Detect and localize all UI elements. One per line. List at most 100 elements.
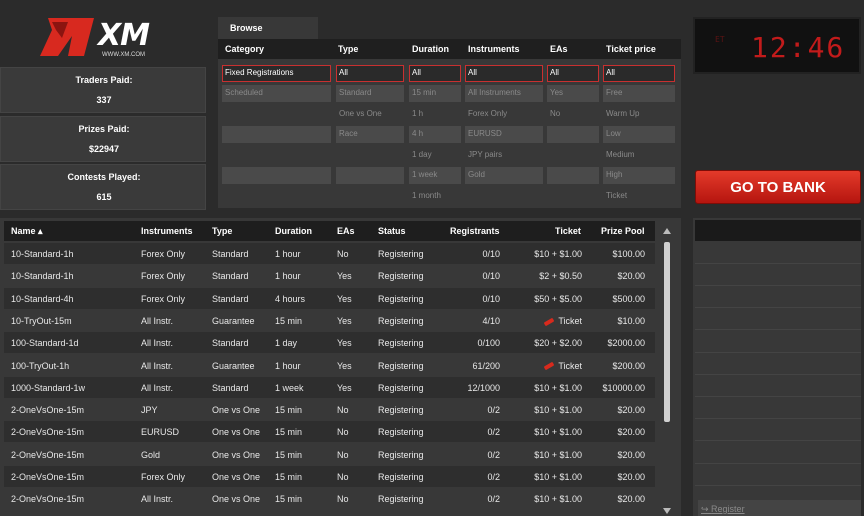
filter-type-all[interactable]: All [336, 65, 404, 82]
col-registrants[interactable]: Registrants [450, 226, 500, 236]
filter-ticket-low[interactable]: Low [603, 126, 675, 143]
cell-registrants: 0/2 [487, 449, 500, 460]
table-row[interactable]: 1000-Standard-1w All Instr. Standard 1 week… [4, 376, 655, 398]
filter-eas-no[interactable]: No [550, 109, 560, 118]
stat-label: Traders Paid: [75, 75, 133, 85]
cell-instruments: Gold [141, 449, 161, 460]
cell-registrants: 0/100 [477, 338, 500, 349]
tab-browse[interactable]: Browse [218, 17, 318, 39]
cell-type: One vs One [212, 405, 261, 416]
filter-type-onevsone[interactable]: One vs One [339, 109, 382, 118]
go-to-bank-button[interactable]: GO TO BANK [695, 170, 861, 204]
traders-paid-stat: Traders Paid: 337 [0, 67, 206, 113]
filter-instruments-gold[interactable]: Gold [465, 167, 543, 184]
filter-instruments-jpy[interactable]: JPY pairs [468, 150, 502, 159]
logo-text: XM [98, 18, 150, 53]
col-eas[interactable]: EAs [337, 226, 355, 236]
stat-label: Prizes Paid: [78, 124, 130, 134]
filter-instruments-all-instruments[interactable]: All Instruments [465, 85, 543, 102]
cell-registrants: 0/10 [482, 249, 500, 259]
cell-status: Registering [378, 338, 424, 349]
scroll-up-icon[interactable] [663, 228, 671, 234]
filter-instruments-forex[interactable]: Forex Only [468, 109, 507, 118]
col-prize-pool[interactable]: Prize Pool [601, 226, 645, 236]
ticket-label: Ticket [558, 360, 582, 371]
table-row[interactable]: 10-Standard-4h Forex Only Standard 4 hours Y… [4, 287, 655, 309]
cell-instruments: All Instr. [141, 360, 174, 371]
filter-eas-yes[interactable]: Yes [547, 85, 599, 102]
filter-ticket-ticket[interactable]: Ticket [606, 191, 627, 200]
filter-type-standard[interactable]: Standard [336, 85, 404, 102]
filter-duration-4h[interactable]: 4 h [409, 126, 461, 143]
filter-instruments-all[interactable]: All [465, 65, 543, 82]
cell-prize: $20.00 [617, 405, 645, 416]
filter-ticket-warmup[interactable]: Warm Up [606, 109, 639, 118]
filter-ticket-free[interactable]: Free [603, 85, 675, 102]
table-row[interactable]: 2-OneVsOne-15m Forex Only One vs One 15 min… [4, 466, 655, 487]
cell-name: 1000-Standard-1w [11, 382, 86, 393]
filter-duration-15min[interactable]: 15 min [409, 85, 461, 102]
table-row[interactable]: 2-OneVsOne-15m All Instr. One vs One 15 min… [4, 488, 655, 510]
filter-ticket-high[interactable]: High [603, 167, 675, 184]
filter-header-eas: EAs [550, 44, 568, 54]
col-ticket[interactable]: Ticket [555, 226, 581, 236]
cell-name: 100-Standard-1d [11, 338, 79, 349]
col-name[interactable]: Name ▴ [11, 226, 43, 237]
side-row-divider [695, 285, 861, 286]
filter-duration-1month[interactable]: 1 month [412, 191, 441, 200]
ticket-label: Ticket [558, 315, 582, 326]
side-row-divider [695, 485, 861, 486]
table-row[interactable]: 100-TryOut-1h All Instr. Guarantee 1 hour Ye… [4, 354, 655, 376]
register-label: Register [711, 504, 745, 514]
table-row[interactable]: 2-OneVsOne-15m EURUSD One vs One 15 min No Re… [4, 421, 655, 443]
contests-played-stat: Contests Played: 615 [0, 164, 206, 210]
filter-category-fixed[interactable]: Fixed Registrations [222, 65, 331, 82]
cell-ticket: $2 + $0.50 [539, 271, 582, 282]
table-header: Name ▴ Instruments Type Duration EAs Sta… [4, 221, 655, 241]
cell-status: Registering [378, 271, 424, 282]
table-row[interactable]: 2-OneVsOne-15m Gold One vs One 15 min No Regi… [4, 443, 655, 465]
logo-url: WWW.XM.COM [102, 52, 145, 58]
cell-type: Standard [212, 293, 249, 304]
table-row[interactable]: 10-Standard-1h Forex Only Standard 1 hour No… [4, 243, 655, 264]
scrollbar-thumb[interactable] [664, 242, 670, 422]
cell-duration: 15 min [275, 449, 303, 460]
filter-duration-all[interactable]: All [409, 65, 461, 82]
cell-duration: 15 min [275, 315, 303, 326]
table-row[interactable]: 100-Standard-1d All Instr. Standard 1 day Ye… [4, 332, 655, 354]
scroll-down-icon[interactable] [663, 508, 671, 514]
ticket-icon [543, 317, 555, 326]
cell-type: Guarantee [212, 315, 255, 326]
cell-instruments: Forex Only [141, 293, 186, 304]
filter-category-scheduled[interactable]: Scheduled [222, 85, 331, 102]
cell-eas: No [337, 449, 349, 460]
col-instruments[interactable]: Instruments [141, 226, 193, 236]
filter-type-race[interactable]: Race [336, 126, 404, 143]
filter-header: Category Type Duration Instruments EAs T… [218, 39, 681, 59]
register-link[interactable]: ↪ Register [698, 500, 861, 516]
filter-duration-1week[interactable]: 1 week [409, 167, 461, 184]
cell-prize: $200.00 [612, 360, 645, 371]
cell-eas: No [337, 249, 349, 259]
filter-duration-1h[interactable]: 1 h [412, 109, 423, 118]
cell-registrants: 0/2 [487, 494, 500, 505]
filter-type-empty [336, 167, 404, 184]
filter-eas-all[interactable]: All [547, 65, 599, 82]
side-row-divider [695, 374, 861, 375]
cell-duration: 15 min [275, 405, 303, 416]
stat-value: 337 [96, 95, 112, 105]
filter-duration-1day[interactable]: 1 day [412, 150, 432, 159]
col-type[interactable]: Type [212, 226, 232, 236]
cell-instruments: All Instr. [141, 494, 174, 505]
table-row[interactable]: 2-OneVsOne-15m JPY One vs One 15 min No Regis… [4, 399, 655, 421]
cell-duration: 1 week [275, 382, 304, 393]
filter-ticket-medium[interactable]: Medium [606, 150, 634, 159]
cell-ticket: $10 + $1.00 [534, 472, 582, 482]
filter-ticket-all[interactable]: All [603, 65, 675, 82]
table-row[interactable]: 10-Standard-1h Forex Only Standard 1 hour Ye… [4, 265, 655, 287]
filter-instruments-eurusd[interactable]: EURUSD [465, 126, 543, 143]
col-status[interactable]: Status [378, 226, 406, 236]
cell-registrants: 4/10 [482, 315, 500, 326]
table-row[interactable]: 10-TryOut-15m All Instr. Guarantee 15 min Ye… [4, 309, 655, 331]
col-duration[interactable]: Duration [275, 226, 312, 236]
